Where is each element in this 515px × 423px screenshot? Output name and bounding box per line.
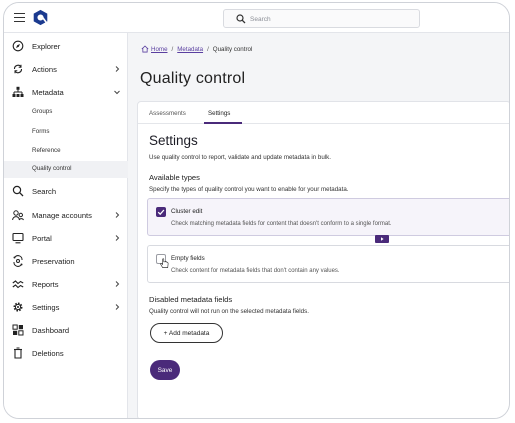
- save-button[interactable]: Save: [150, 360, 180, 380]
- monitor-icon: [12, 232, 24, 244]
- sidebar-subitem-label: Quality control: [32, 165, 72, 172]
- chart-line-icon: [12, 280, 24, 289]
- trash-icon: [14, 347, 22, 359]
- tab-settings[interactable]: Settings: [208, 110, 230, 117]
- sidebar-item-explorer[interactable]: Explorer: [4, 36, 128, 56]
- search-icon: [236, 14, 246, 24]
- option-description: Check content for metadata fields that d…: [171, 268, 340, 274]
- option-description: Check matching metadata fields for conte…: [171, 221, 392, 227]
- app-logo-icon[interactable]: [32, 9, 49, 26]
- sidebar-item-label: Dashboard: [32, 325, 70, 335]
- sidebar-item-label: Reports: [32, 279, 59, 289]
- sidebar-item-manage-accounts[interactable]: Manage accounts: [4, 205, 128, 225]
- main-content: Home / Metadata / Quality control Qualit…: [129, 33, 509, 418]
- refresh-icon: [13, 64, 23, 74]
- sidebar-item-label: Metadata: [32, 87, 64, 97]
- expand-handle[interactable]: [375, 235, 389, 243]
- sidebar-item-label: Preservation: [32, 256, 75, 266]
- chevron-right-icon: [115, 235, 120, 241]
- settings-card: Assessments Settings Settings Use qualit…: [137, 101, 509, 418]
- sidebar: Explorer Actions Metadata Groups Forms R…: [4, 33, 128, 418]
- sidebar-item-preservation[interactable]: Preservation: [4, 251, 128, 271]
- chevron-right-icon: [115, 281, 120, 287]
- settings-description: Use quality control to report, validate …: [149, 154, 331, 161]
- gear-icon: [13, 302, 23, 312]
- disabled-fields-heading: Disabled metadata fields: [149, 295, 233, 304]
- checkmark-icon: [157, 209, 165, 216]
- sidebar-item-label: Actions: [32, 64, 57, 74]
- users-icon: [12, 210, 24, 221]
- dashboard-icon: [12, 324, 24, 336]
- sidebar-subitem-reference[interactable]: Reference: [4, 143, 128, 160]
- active-tab-indicator: [204, 122, 242, 124]
- sidebar-subitem-label: Groups: [32, 108, 53, 115]
- sidebar-item-settings[interactable]: Settings: [4, 297, 128, 317]
- chevron-right-icon: [115, 304, 120, 310]
- option-empty-fields[interactable]: Empty fields Check content for metadata …: [147, 245, 509, 283]
- hand-cursor-icon: [160, 258, 169, 268]
- breadcrumb: Home / Metadata / Quality control: [141, 45, 252, 53]
- chevron-down-icon: [114, 90, 120, 95]
- sidebar-item-portal[interactable]: Portal: [4, 228, 128, 248]
- chevron-right-icon: [115, 212, 120, 218]
- option-title: Empty fields: [171, 255, 205, 262]
- play-icon: [381, 237, 384, 241]
- hierarchy-icon: [12, 86, 24, 97]
- sidebar-subitem-label: Reference: [32, 147, 61, 154]
- app-window: Explorer Actions: [3, 2, 510, 419]
- sidebar-item-deletions[interactable]: Deletions: [4, 343, 128, 363]
- sidebar-item-actions[interactable]: Actions: [4, 59, 128, 79]
- sidebar-subitem-quality-control[interactable]: Quality control: [4, 161, 128, 178]
- breadcrumb-current: Quality control: [212, 45, 253, 53]
- breadcrumb-home-link[interactable]: Home: [151, 46, 168, 53]
- search-icon: [12, 185, 24, 197]
- home-icon[interactable]: [141, 45, 149, 53]
- sidebar-item-reports[interactable]: Reports: [4, 274, 128, 294]
- sidebar-item-label: Deletions: [32, 348, 64, 358]
- page-title: Quality control: [140, 70, 246, 87]
- settings-heading: Settings: [149, 133, 198, 148]
- preservation-icon: [13, 255, 23, 267]
- breadcrumb-separator: /: [207, 45, 209, 53]
- menu-icon[interactable]: [14, 13, 25, 22]
- available-types-description: Specify the types of quality control you…: [149, 186, 349, 193]
- sidebar-subitem-forms[interactable]: Forms: [4, 124, 128, 141]
- option-cluster-edit[interactable]: Cluster edit Check matching metadata fie…: [147, 198, 509, 236]
- cluster-edit-checkbox[interactable]: [156, 207, 166, 217]
- sidebar-item-dashboard[interactable]: Dashboard: [4, 320, 128, 340]
- sidebar-subitem-groups[interactable]: Groups: [4, 104, 128, 121]
- compass-icon: [12, 40, 24, 52]
- disabled-fields-description: Quality control will not run on the sele…: [149, 308, 309, 315]
- tab-bar: Assessments Settings: [138, 102, 509, 124]
- search-input[interactable]: [250, 12, 410, 26]
- sidebar-subitem-label: Forms: [32, 128, 50, 135]
- sidebar-item-label: Search: [32, 186, 57, 196]
- top-bar: [4, 3, 509, 33]
- sidebar-item-label: Manage accounts: [32, 210, 92, 220]
- breadcrumb-separator: /: [171, 45, 174, 53]
- breadcrumb-metadata-link[interactable]: Metadata: [177, 46, 203, 53]
- chevron-right-icon: [115, 66, 120, 72]
- sidebar-item-label: Explorer: [32, 41, 61, 51]
- sidebar-item-label: Settings: [32, 302, 60, 312]
- sidebar-item-search[interactable]: Search: [4, 181, 128, 201]
- add-metadata-button[interactable]: + Add metadata: [150, 323, 223, 343]
- sidebar-item-label: Portal: [32, 233, 52, 243]
- tab-assessments[interactable]: Assessments: [149, 110, 186, 117]
- global-search[interactable]: [223, 9, 420, 28]
- option-title: Cluster edit: [171, 208, 203, 215]
- available-types-heading: Available types: [149, 173, 200, 182]
- sidebar-item-metadata[interactable]: Metadata: [4, 82, 128, 102]
